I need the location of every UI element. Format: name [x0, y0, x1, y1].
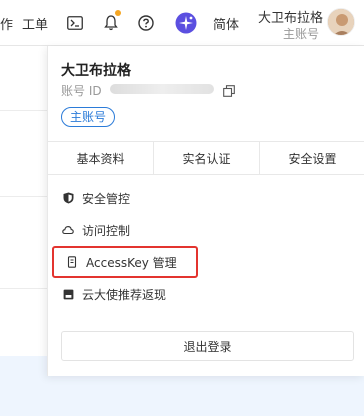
menu-item-cloud-ambassador[interactable]: 云大使推荐返现 [48, 278, 364, 310]
background-divider [0, 196, 48, 197]
menu-item-label: 访问控制 [82, 223, 131, 238]
terminal-icon[interactable] [66, 14, 84, 32]
language-switch[interactable]: 简体 [213, 0, 239, 46]
account-type-badge: 主账号 [61, 107, 116, 127]
gift-icon [62, 288, 74, 300]
logout-label: 退出登录 [183, 339, 232, 354]
tab-security-settings-label: 安全设置 [288, 151, 337, 166]
ticket-label: 工单 [22, 17, 49, 33]
account-id-redacted [110, 84, 214, 94]
menu-item-security-control[interactable]: 安全管控 [48, 182, 364, 214]
tab-security-settings[interactable]: 安全设置 [260, 142, 364, 174]
copy-icon[interactable] [223, 82, 237, 97]
notification-dot [115, 10, 121, 16]
top-navigation-bar: 作 工单 简体 大卫布拉格 主账号 [0, 0, 364, 46]
menu-item-accesskey-management[interactable]: AccessKey 管理 [52, 246, 198, 278]
tab-basic-info-label: 基本资料 [76, 151, 125, 166]
help-icon[interactable] [137, 14, 155, 32]
user-name[interactable]: 大卫布拉格 [258, 7, 323, 26]
account-summary: 大卫布拉格 账号 ID 主账号 [48, 46, 364, 141]
ticket-link[interactable]: 工单 [22, 0, 48, 46]
tab-basic-info[interactable]: 基本资料 [48, 142, 154, 174]
tab-real-name-auth-label: 实名认证 [182, 151, 231, 166]
user-role: 主账号 [283, 27, 320, 41]
cloud-icon [62, 224, 74, 236]
background-divider [0, 110, 48, 111]
account-dropdown-panel: 大卫布拉格 账号 ID 主账号 基本资料 实名认证 安全设置 安全管控 访问控制 [47, 46, 364, 376]
background-divider [0, 288, 48, 289]
bell-icon[interactable] [102, 14, 120, 32]
logout-button[interactable]: 退出登录 [61, 331, 354, 361]
shield-icon [62, 192, 74, 204]
menu-item-access-control[interactable]: 访问控制 [48, 214, 364, 246]
key-icon [66, 256, 78, 268]
account-name: 大卫布拉格 [61, 63, 131, 79]
account-id-label: 账号 ID [61, 84, 102, 98]
account-menu: 安全管控 访问控制 AccessKey 管理 云大使推荐返现 [48, 182, 364, 310]
truncated-nav-label: 作 [0, 17, 14, 33]
truncated-nav-item[interactable]: 作 [0, 0, 13, 46]
menu-item-label: AccessKey 管理 [86, 255, 177, 270]
tab-real-name-auth[interactable]: 实名认证 [154, 142, 260, 174]
avatar[interactable] [327, 8, 355, 36]
account-tabs: 基本资料 实名认证 安全设置 [48, 141, 364, 175]
menu-item-label: 云大使推荐返现 [82, 287, 167, 302]
ai-assistant-icon[interactable] [175, 12, 197, 34]
language-label: 简体 [213, 17, 240, 33]
menu-item-label: 安全管控 [82, 191, 131, 206]
